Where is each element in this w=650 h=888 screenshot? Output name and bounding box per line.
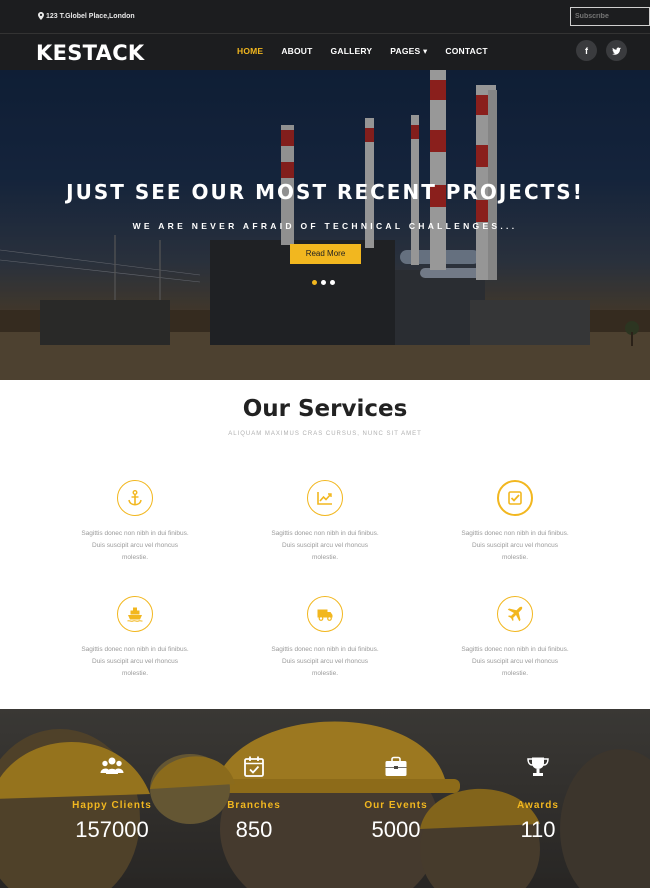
counter-awards: Awards 110: [468, 756, 608, 843]
anchor-icon: [117, 480, 153, 516]
address-text: 123 T.Globel Place,London: [46, 12, 135, 20]
trophy-icon: [468, 756, 608, 780]
services-title: Our Services: [242, 396, 408, 422]
service-item: Sagittis donec non nibh in dui finibus. …: [65, 596, 205, 680]
top-bar: 123 T.Globel Place,London: [0, 0, 650, 34]
counter-branches: Branches 850: [184, 756, 324, 843]
service-text-line: Sagittis donec non nibh in dui finibus.: [271, 530, 379, 537]
slider-dots: [312, 280, 335, 285]
service-text-line: Sagittis donec non nibh in dui finibus.: [81, 646, 189, 653]
users-icon: [42, 756, 182, 780]
nav-home[interactable]: HOME: [237, 46, 263, 57]
counter-our-events: Our Events 5000: [326, 756, 466, 843]
service-text-line: Duis suscipit arcu vel rhoncus: [92, 658, 178, 665]
hero-slider: JUST SEE OUR MOST RECENT PROJECTS! WE AR…: [0, 70, 650, 380]
service-text-line: molestie.: [121, 554, 148, 561]
truck-icon: [307, 596, 343, 632]
nav-pages[interactable]: PAGES ▾: [390, 46, 427, 57]
checkbox-icon: [497, 480, 533, 516]
service-text-line: Duis suscipit arcu vel rhoncus: [472, 658, 558, 665]
slider-dot-3[interactable]: [330, 280, 335, 285]
service-item: Sagittis donec non nibh in dui finibus. …: [255, 480, 395, 564]
slider-dot-1[interactable]: [312, 280, 317, 285]
services-subtitle: ALIQUAM MAXIMUS CRAS CURSUS, NUNC SIT AM…: [228, 431, 422, 437]
counter-value: 850: [235, 817, 273, 842]
nav-about[interactable]: ABOUT: [281, 46, 312, 57]
service-item: Sagittis donec non nibh in dui finibus. …: [255, 596, 395, 680]
briefcase-icon: [326, 756, 466, 780]
calendar-check-icon: [184, 756, 324, 780]
main-menu: HOME ABOUT GALLERY PAGES ▾ CONTACT: [237, 46, 506, 57]
counter-label: Happy Clients: [72, 800, 152, 811]
counters-section: Happy Clients 157000 Branches 850 Our Ev…: [0, 709, 650, 888]
plane-icon: [497, 596, 533, 632]
service-text-line: molestie.: [501, 554, 528, 561]
service-text-line: Sagittis donec non nibh in dui finibus.: [81, 530, 189, 537]
site-logo[interactable]: KESTACK: [36, 41, 144, 65]
chart-icon: [307, 480, 343, 516]
address: 123 T.Globel Place,London: [38, 12, 135, 20]
slider-dot-2[interactable]: [321, 280, 326, 285]
service-text-line: molestie.: [501, 670, 528, 677]
service-text-line: Duis suscipit arcu vel rhoncus: [472, 542, 558, 549]
subscribe-input[interactable]: [570, 7, 650, 26]
counter-label: Our Events: [364, 800, 428, 811]
hero-subtitle: WE ARE NEVER AFRAID OF TECHNICAL CHALLEN…: [132, 221, 518, 231]
counter-value: 110: [520, 817, 556, 842]
service-text-line: Duis suscipit arcu vel rhoncus: [92, 542, 178, 549]
counter-value: 157000: [75, 817, 149, 842]
service-text-line: molestie.: [311, 670, 338, 677]
counter-value: 5000: [371, 817, 421, 842]
service-text-line: Sagittis donec non nibh in dui finibus.: [271, 646, 379, 653]
service-text-line: molestie.: [121, 670, 148, 677]
map-marker-icon: [38, 12, 44, 20]
counter-label: Awards: [517, 800, 559, 811]
ship-icon: [117, 596, 153, 632]
service-item: Sagittis donec non nibh in dui finibus. …: [445, 480, 585, 564]
service-item: Sagittis donec non nibh in dui finibus. …: [65, 480, 205, 564]
hero-title: JUST SEE OUR MOST RECENT PROJECTS!: [66, 180, 584, 204]
counter-label: Branches: [227, 800, 281, 811]
service-text-line: Duis suscipit arcu vel rhoncus: [282, 658, 368, 665]
nav-gallery[interactable]: GALLERY: [331, 46, 373, 57]
facebook-icon[interactable]: f: [576, 40, 597, 61]
service-item: Sagittis donec non nibh in dui finibus. …: [445, 596, 585, 680]
service-text-line: Duis suscipit arcu vel rhoncus: [282, 542, 368, 549]
service-text-line: Sagittis donec non nibh in dui finibus.: [461, 646, 569, 653]
main-navbar: KESTACK HOME ABOUT GALLERY PAGES ▾ CONTA…: [0, 34, 650, 70]
twitter-icon[interactable]: [606, 40, 627, 61]
service-text-line: Sagittis donec non nibh in dui finibus.: [461, 530, 569, 537]
counter-happy-clients: Happy Clients 157000: [42, 756, 182, 843]
service-text-line: molestie.: [311, 554, 338, 561]
nav-contact[interactable]: CONTACT: [445, 46, 487, 57]
read-more-button[interactable]: Read More: [290, 244, 361, 264]
